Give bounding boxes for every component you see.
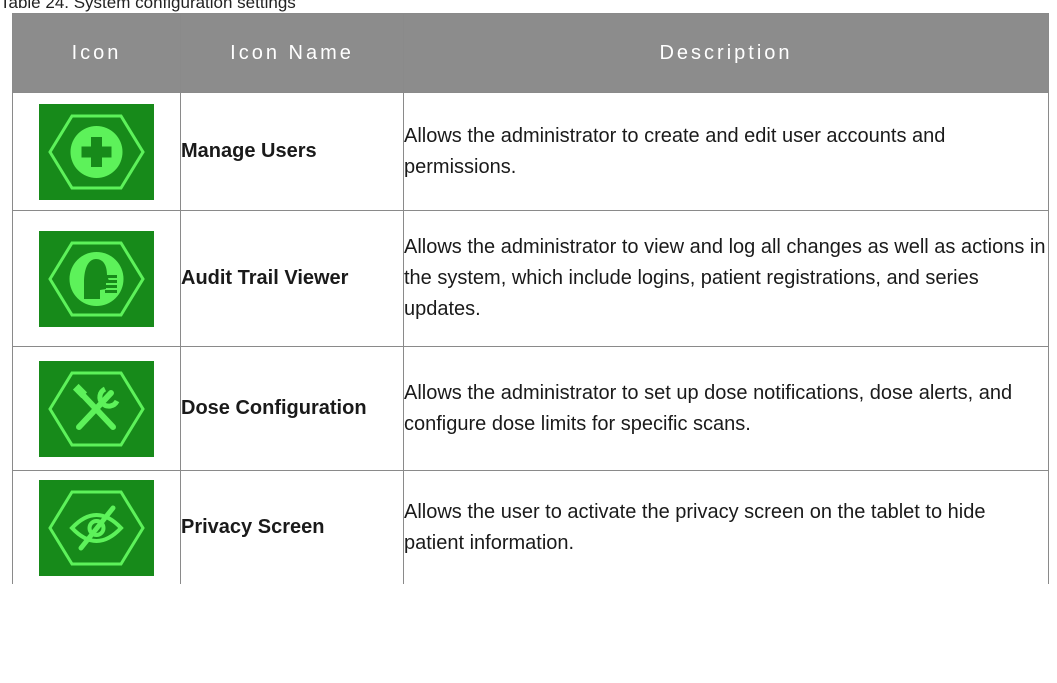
plus-hexagon-icon [39,103,154,200]
tools-hexagon-icon [39,360,154,457]
eye-slash-hexagon-icon [39,479,154,576]
table-row: Audit Trail Viewer Allows the administra… [12,210,1049,347]
icon-name-cell: Dose Configuration [180,346,404,471]
header-icon: Icon [12,13,181,93]
table-caption: Table 24. System configuration settings [0,0,296,12]
description-cell: Allows the user to activate the privacy … [403,470,1049,584]
person-document-hexagon-icon [39,230,154,327]
description-cell: Allows the administrator to create and e… [403,92,1049,211]
table-row: Privacy Screen Allows the user to activa… [12,470,1049,584]
icon-name-cell: Privacy Screen [180,470,404,584]
table-header-row: Icon Icon Name Description [12,13,1049,93]
icon-name-cell: Manage Users [180,92,404,211]
table-row: Dose Configuration Allows the administra… [12,346,1049,471]
table-row: Manage Users Allows the administrator to… [12,92,1049,211]
icon-name-cell: Audit Trail Viewer [180,210,404,347]
header-description: Description [403,13,1049,93]
header-icon-name: Icon Name [180,13,404,93]
description-cell: Allows the administrator to set up dose … [403,346,1049,471]
system-configuration-table: Icon Icon Name Description Manage Users … [12,13,1049,584]
description-cell: Allows the administrator to view and log… [403,210,1049,347]
